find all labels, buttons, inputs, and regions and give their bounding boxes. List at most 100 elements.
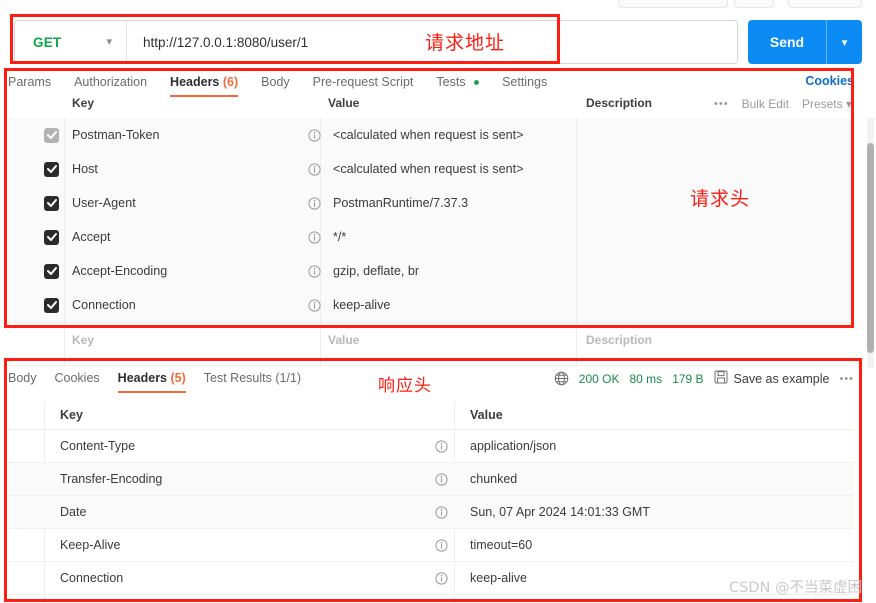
request-table-tools: ••• Bulk Edit Presets ▾ <box>714 97 852 111</box>
info-icon[interactable] <box>308 162 321 176</box>
response-more-options-icon[interactable]: ••• <box>839 373 854 385</box>
tab-pre-request-script[interactable]: Pre-request Script <box>313 74 414 96</box>
table-row[interactable]: Date Sun, 07 Apr 2024 14:01:33 GMT <box>8 496 854 529</box>
tab-body[interactable]: Body <box>261 74 290 96</box>
table-row[interactable]: Keep-Alive timeout=60 <box>8 529 854 562</box>
placeholder-description: Description <box>586 333 653 347</box>
column-divider <box>320 323 321 365</box>
placeholder-key: Key <box>72 333 95 347</box>
tab-settings[interactable]: Settings <box>502 74 547 96</box>
response-header-key: Content-Type <box>60 439 136 453</box>
send-button[interactable]: Send <box>748 20 826 64</box>
table-row[interactable]: Accept */* <box>8 220 854 254</box>
postman-window: GET ▾ http://127.0.0.1:8080/user/1 Send … <box>0 0 876 603</box>
response-tab-cookies[interactable]: Cookies <box>55 370 100 392</box>
header-key: User-Agent <box>72 196 136 210</box>
presets-chevron-down-icon: ▾ <box>845 97 852 111</box>
response-header-value: chunked <box>470 472 518 486</box>
tab-authorization[interactable]: Authorization <box>74 74 147 96</box>
save-icon <box>714 370 728 387</box>
chevron-down-icon: ▾ <box>106 35 112 48</box>
response-time: 80 ms <box>629 371 663 386</box>
more-options-icon[interactable]: ••• <box>714 98 729 110</box>
response-column-header-key: Key <box>60 408 83 422</box>
annotation-label-response-headers: 响应头 <box>378 376 432 396</box>
top-chrome-ghost-button-1 <box>618 0 728 8</box>
table-row[interactable]: Transfer-Encoding chunked <box>8 463 854 496</box>
column-header-value: Value <box>328 96 360 110</box>
response-column-header-value: Value <box>470 408 503 422</box>
info-icon[interactable] <box>435 539 448 557</box>
globe-icon <box>554 371 569 386</box>
table-row[interactable]: Postman-Token <calculated when request i… <box>8 118 854 152</box>
request-scrollbar-thumb[interactable] <box>867 143 874 353</box>
tab-pre-request-script-label: Pre-request Script <box>312 75 414 89</box>
info-icon[interactable] <box>435 572 448 590</box>
table-row[interactable]: Connection keep-alive <box>8 562 854 595</box>
new-header-placeholder-row[interactable]: Key Value Description <box>8 322 854 366</box>
info-icon[interactable] <box>435 473 448 491</box>
info-icon[interactable] <box>308 128 321 142</box>
tab-params[interactable]: Params <box>8 74 51 96</box>
response-headers-table: Key Value Content-Type application/json … <box>8 402 854 603</box>
info-icon[interactable] <box>435 506 448 524</box>
tab-headers[interactable]: Headers (6) <box>170 74 239 97</box>
save-as-example-label: Save as example <box>733 371 830 386</box>
response-tab-headers[interactable]: Headers (5) <box>117 370 186 393</box>
send-button-group: Send ▾ <box>748 20 862 64</box>
response-header-value: timeout=60 <box>470 538 533 552</box>
top-chrome-ghost-button-2 <box>734 0 774 8</box>
table-row[interactable]: Accept-Encoding gzip, deflate, br <box>8 254 854 288</box>
header-key: Connection <box>72 298 136 312</box>
header-value: gzip, deflate, br <box>333 264 420 278</box>
header-key: Host <box>72 162 98 176</box>
cookies-link[interactable]: Cookies <box>805 74 854 88</box>
response-status-bar: 200 OK 80 ms 179 B Save as example ••• <box>554 370 854 387</box>
response-tab-cookies-label: Cookies <box>54 371 100 385</box>
header-key: Accept-Encoding <box>72 264 168 278</box>
column-divider <box>576 323 577 365</box>
row-checkbox[interactable] <box>44 127 59 143</box>
http-method-label: GET <box>33 34 62 50</box>
info-icon[interactable] <box>308 298 321 312</box>
tab-headers-label: Headers <box>170 75 220 89</box>
response-header-value: keep-alive <box>470 571 527 585</box>
response-tab-strip: Body Cookies Headers (5) Test Results (1… <box>8 370 538 394</box>
response-header-key: Keep-Alive <box>60 538 121 552</box>
response-tab-test-results[interactable]: Test Results (1/1) <box>204 370 301 392</box>
table-row[interactable]: Host <calculated when request is sent> <box>8 152 854 186</box>
tab-tests[interactable]: Tests <box>436 74 480 96</box>
column-header-description: Description <box>586 96 653 110</box>
row-checkbox[interactable] <box>44 161 59 177</box>
column-header-key: Key <box>72 96 95 110</box>
response-tab-body[interactable]: Body <box>8 370 37 392</box>
http-method-selector[interactable]: GET ▾ <box>15 21 127 63</box>
tab-params-label: Params <box>8 75 52 89</box>
header-key: Postman-Token <box>72 128 160 142</box>
info-icon[interactable] <box>308 196 321 210</box>
tab-authorization-label: Authorization <box>74 75 148 89</box>
tab-headers-count: (6) <box>222 75 239 89</box>
info-icon[interactable] <box>435 440 448 458</box>
row-checkbox[interactable] <box>44 195 59 211</box>
header-value: <calculated when request is sent> <box>333 162 524 176</box>
send-options-chevron-down-icon[interactable]: ▾ <box>826 20 862 64</box>
presets-button[interactable]: Presets ▾ <box>802 97 852 111</box>
annotation-label-url: 请求地址 <box>425 32 506 54</box>
info-icon[interactable] <box>308 264 321 278</box>
save-as-example-button[interactable]: Save as example <box>714 370 830 387</box>
row-checkbox[interactable] <box>44 263 59 279</box>
response-tab-headers-label: Headers <box>117 371 168 385</box>
row-checkbox[interactable] <box>44 229 59 245</box>
table-row[interactable]: Connection keep-alive <box>8 288 854 322</box>
response-size: 179 B <box>672 371 704 386</box>
annotation-label-request-headers: 请求头 <box>690 188 751 210</box>
response-header-value: Sun, 07 Apr 2024 14:01:33 GMT <box>470 505 650 519</box>
row-checkbox[interactable] <box>44 297 59 313</box>
placeholder-value: Value <box>328 333 360 347</box>
presets-label: Presets <box>801 97 843 111</box>
table-row[interactable]: Content-Type application/json <box>8 430 854 463</box>
tab-tests-label: Tests <box>436 75 466 89</box>
bulk-edit-button[interactable]: Bulk Edit <box>742 97 789 111</box>
info-icon[interactable] <box>308 230 321 244</box>
